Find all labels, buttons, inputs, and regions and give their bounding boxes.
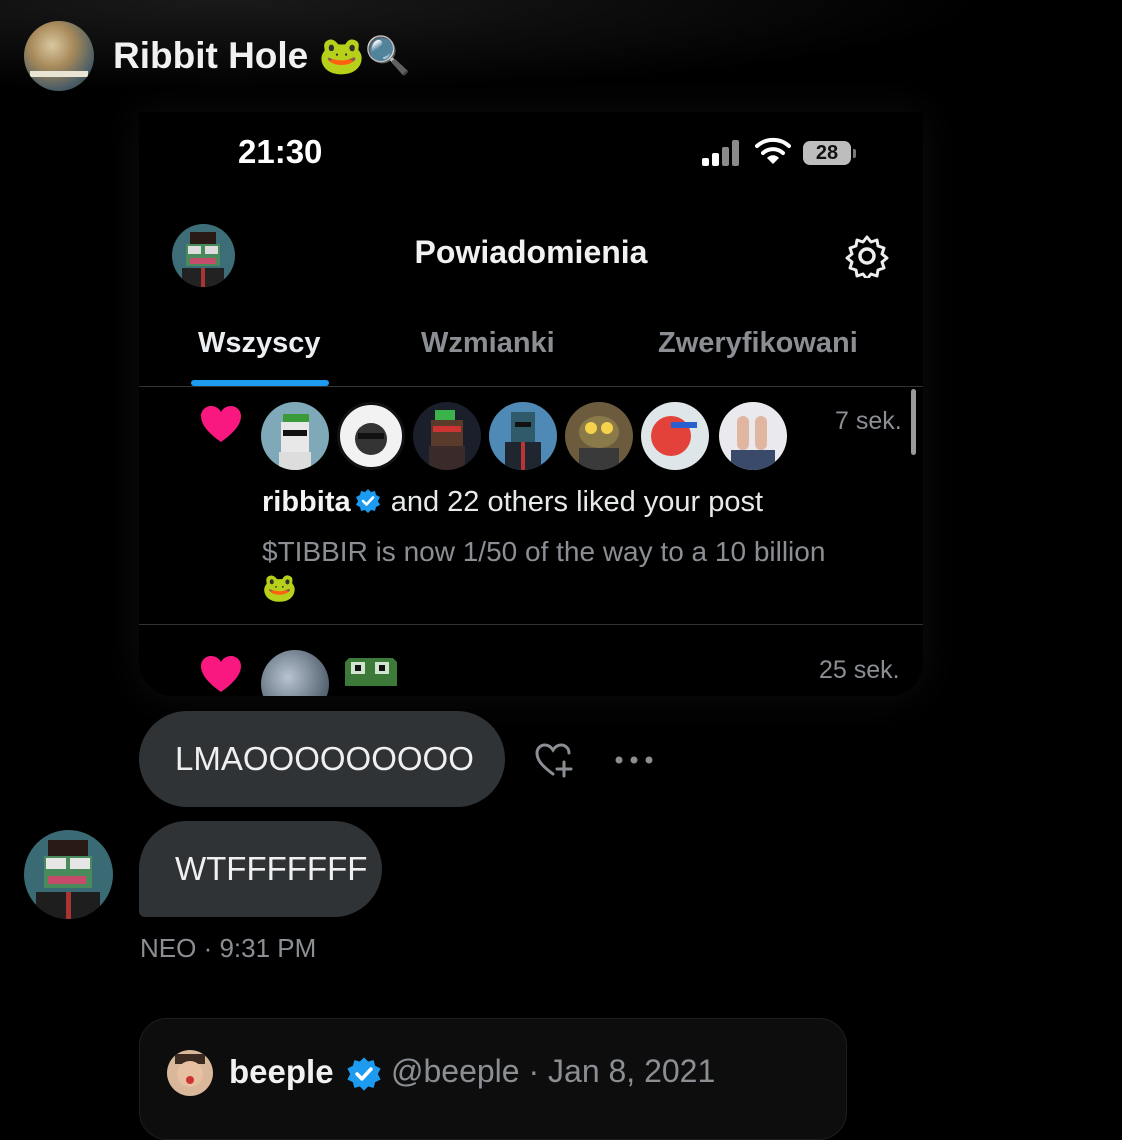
liker-avatar[interactable] xyxy=(261,402,329,470)
notification-preview[interactable]: $TIBBIR is now 1/50 of the way to a 10 b… xyxy=(262,534,882,606)
liker-avatar[interactable] xyxy=(413,402,481,470)
status-time: 21:30 xyxy=(238,133,323,170)
verified-badge-icon xyxy=(355,489,380,513)
frog-emoji: 🐸 xyxy=(262,571,297,604)
quoted-avatar[interactable] xyxy=(167,1050,213,1096)
heart-icon xyxy=(201,656,241,692)
heart-icon xyxy=(201,406,241,442)
shared-screenshot[interactable]: 21:30 28 Powiadomienia Wszyscy Wzmianki … xyxy=(139,112,923,696)
liker-avatar[interactable] xyxy=(565,402,633,470)
notifications-title: Powiadomienia xyxy=(414,234,648,270)
message-meta: NEO · 9:31 PM xyxy=(140,933,317,963)
tab-mentions[interactable]: Wzmianki xyxy=(421,327,555,360)
liker-avatar[interactable] xyxy=(261,650,329,696)
wifi-icon xyxy=(755,137,791,164)
notification-time: 7 sek. xyxy=(835,407,902,435)
liker-avatar[interactable] xyxy=(337,402,405,470)
tab-verified[interactable]: Zweryfikowani xyxy=(658,327,858,360)
gear-icon[interactable] xyxy=(845,234,889,278)
message-bubble[interactable]: WTFFFFFFF xyxy=(139,821,382,917)
quoted-post[interactable]: beeple @beeple · Jan 8, 2021 xyxy=(139,1018,847,1140)
group-title[interactable]: Ribbit Hole 🐸🔍 xyxy=(113,34,411,78)
liker-avatar[interactable] xyxy=(719,402,787,470)
notification-user[interactable]: ribbita xyxy=(262,486,351,518)
group-avatar[interactable] xyxy=(24,21,94,91)
scrollbar[interactable] xyxy=(911,389,916,455)
liker-avatar[interactable] xyxy=(641,402,709,470)
group-name: Ribbit Hole xyxy=(113,35,309,76)
notification-text[interactable]: ribbita and 22 others liked your post xyxy=(262,486,763,519)
add-reaction-icon[interactable] xyxy=(534,742,576,778)
preview-text: $TIBBIR is now 1/50 of the way to a 10 b… xyxy=(262,536,826,567)
notification-time: 25 sek. xyxy=(819,656,900,684)
group-emoji: 🐸🔍 xyxy=(318,34,411,77)
tab-all[interactable]: Wszyscy xyxy=(198,327,321,360)
divider xyxy=(139,624,923,625)
divider xyxy=(139,386,923,387)
more-icon[interactable] xyxy=(614,755,654,765)
liker-avatar[interactable] xyxy=(337,650,405,696)
sender-avatar[interactable] xyxy=(24,830,113,919)
signal-icon xyxy=(702,140,742,166)
battery-nub xyxy=(853,149,856,158)
battery-icon: 28 xyxy=(803,141,851,165)
quoted-handle-date: @beeple · Jan 8, 2021 xyxy=(391,1053,716,1089)
notification-action: and 22 others liked your post xyxy=(390,486,764,518)
liker-avatar[interactable] xyxy=(489,402,557,470)
message-bubble[interactable]: LMAOOOOOOOOO xyxy=(139,711,505,807)
verified-badge-icon xyxy=(347,1057,381,1091)
quoted-name[interactable]: beeple xyxy=(229,1053,334,1091)
